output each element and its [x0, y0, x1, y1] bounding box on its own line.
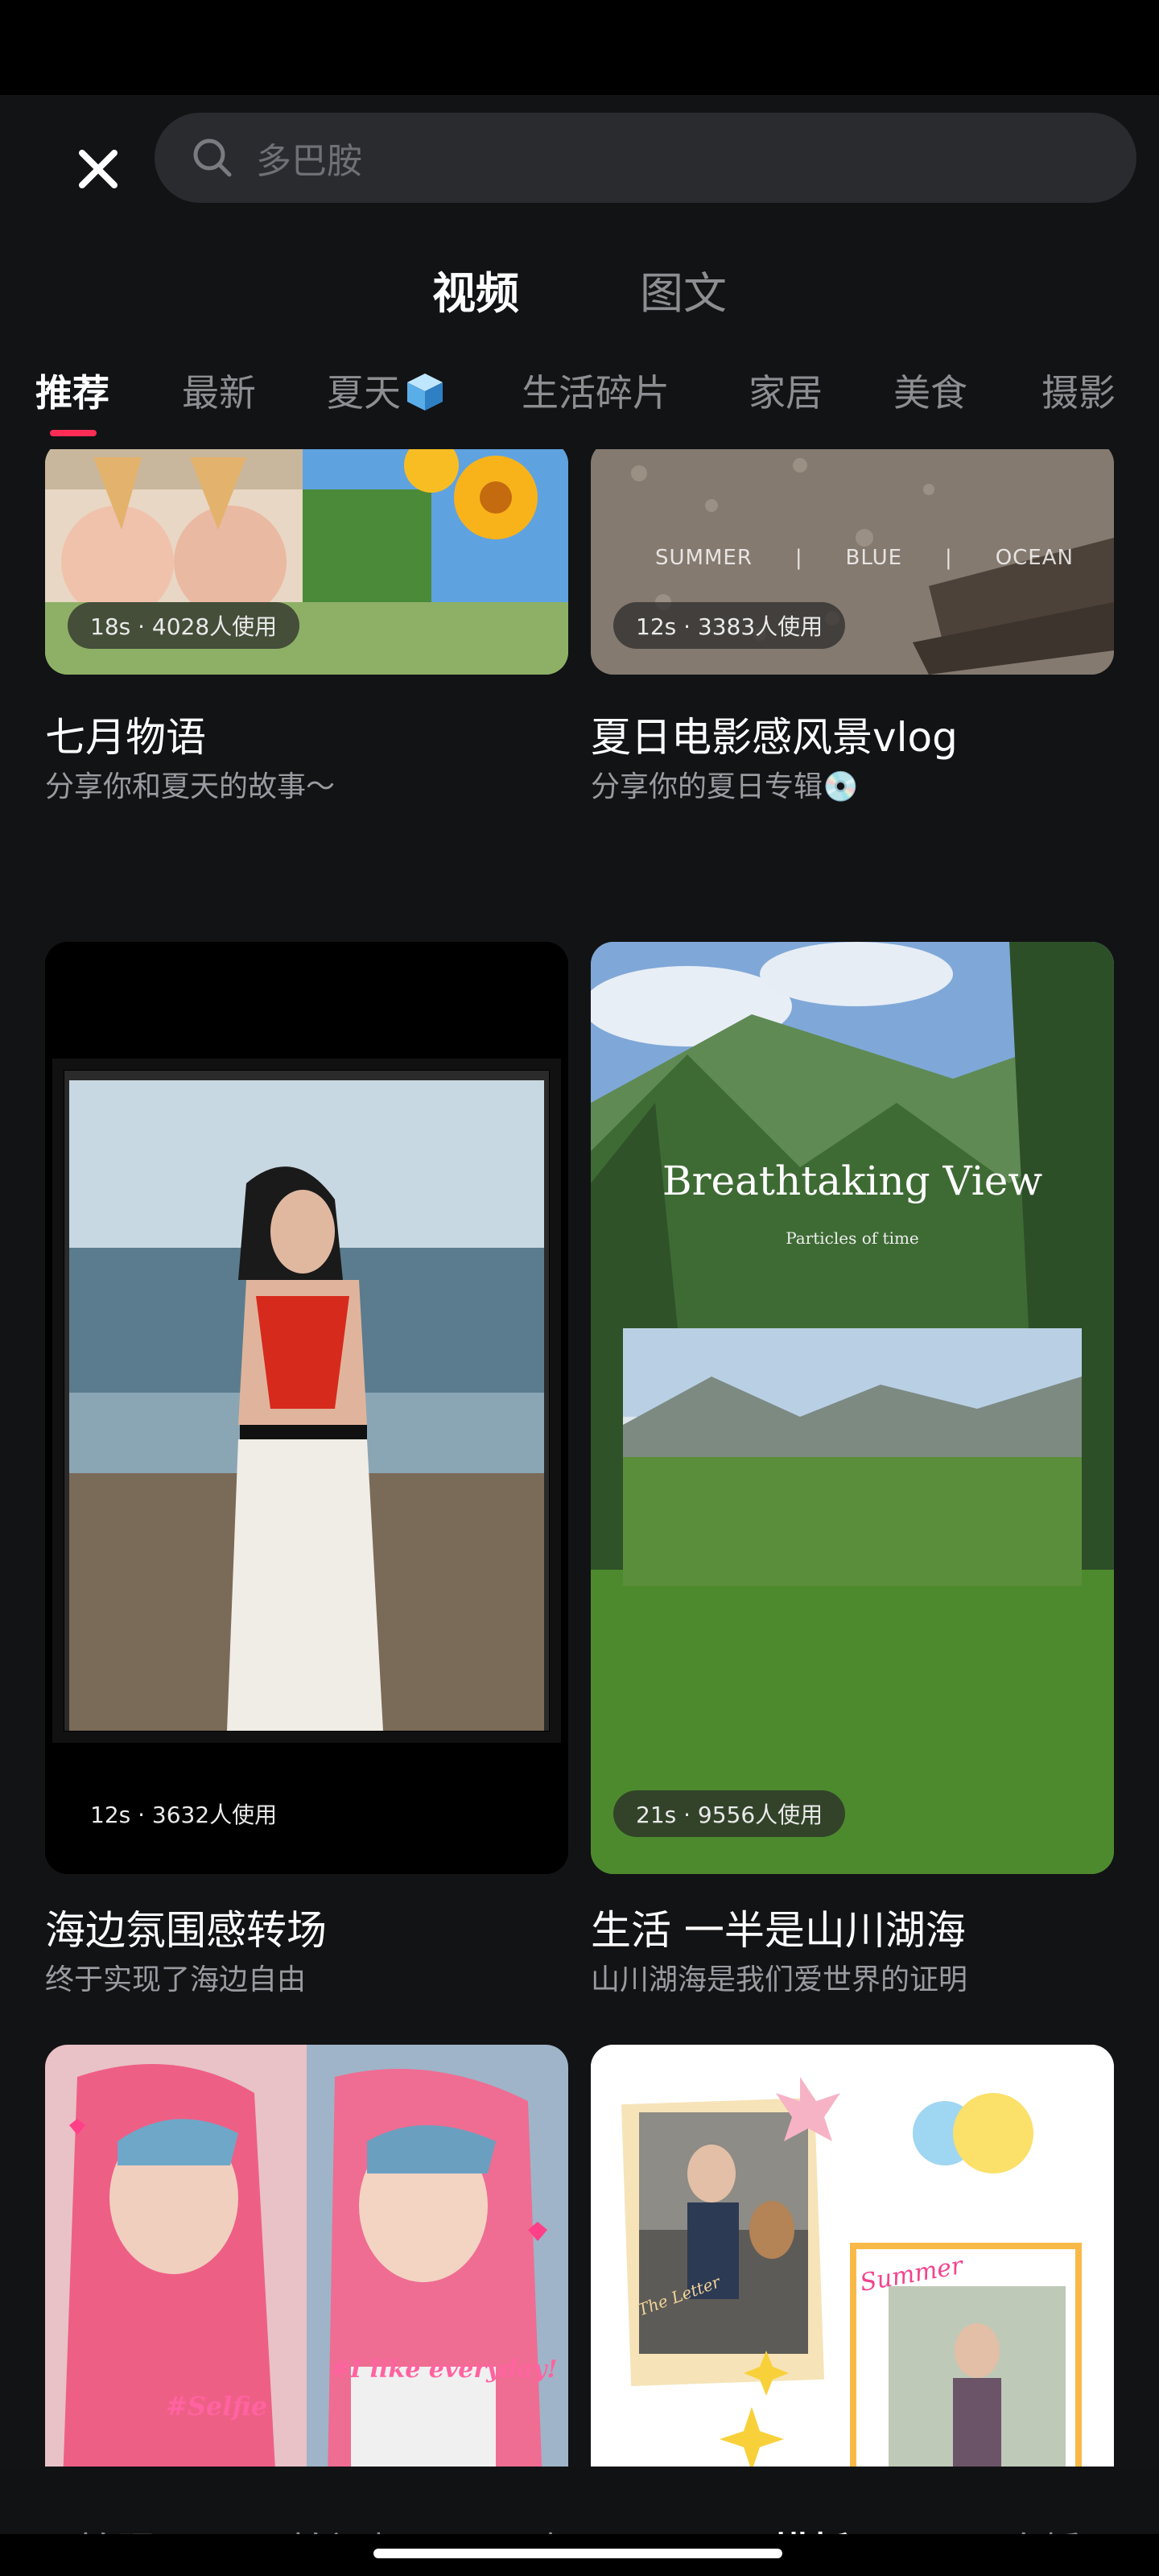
template-card[interactable]: Breathtaking View Particles of time 21s … [591, 942, 1114, 1874]
template-subtitle: 分享你的夏日专辑💿 [591, 770, 859, 803]
system-gesture-area [0, 2534, 1159, 2576]
template-title: 海边氛围感转场 [45, 1907, 327, 1954]
close-button[interactable] [64, 135, 132, 203]
tab-video[interactable]: 视频 [432, 258, 519, 321]
overlay-text: #I like everyday! [330, 2355, 558, 2384]
template-thumbnail [45, 2045, 568, 2467]
nav-item-video[interactable]: 拍视频 [290, 2520, 406, 2534]
category-tab-summer-label: 夏天 [327, 371, 401, 415]
status-bar [0, 0, 1159, 95]
tab-image-text[interactable]: 图文 [640, 258, 727, 321]
template-title: 七月物语 [45, 714, 206, 761]
category-tab-home[interactable]: 家居 [749, 364, 823, 417]
usage-badge: 12s · 3632人使用 [90, 1802, 278, 1828]
usage-badge: 21s · 9556人使用 [613, 1790, 846, 1837]
category-tab-recommended[interactable]: 推荐 [35, 364, 109, 417]
template-title: 夏日电影感风景vlog [591, 714, 958, 761]
category-tab-food[interactable]: 美食 [893, 364, 967, 417]
usage-badge: 12s · 3383人使用 [613, 602, 846, 649]
cube-emoji-icon [404, 370, 446, 412]
nav-item-templates[interactable]: 模板 [773, 2520, 850, 2534]
template-card[interactable]: SUMMER | BLUE | OCEAN 12s · 3383人使用 [591, 449, 1114, 675]
template-subtitle: 山川湖海是我们爱世界的证明 [591, 1963, 968, 1996]
usage-badge: 18s · 4028人使用 [68, 602, 300, 649]
close-icon [79, 150, 118, 188]
nav-item-photo[interactable]: 拍照 [77, 2520, 155, 2534]
template-card[interactable]: Summer The Letter [591, 2045, 1114, 2467]
template-browser: 多巴胺 视频 图文 推荐 最新 夏天 生活碎片 家居 美食 摄影 18s · 4… [0, 95, 1159, 2534]
category-tab-summer[interactable]: 夏天 [327, 364, 446, 417]
template-card[interactable]: #Selfie #I like everyday! [45, 2045, 568, 2467]
overlay-text: #Selfie [166, 2391, 268, 2421]
template-card[interactable]: 12s · 3632人使用 [45, 942, 568, 1874]
template-grid: 18s · 4028人使用 七月物语 分享你和夏天的故事～ SUMMER | B… [0, 449, 1159, 2467]
template-thumbnail [591, 2045, 1114, 2467]
nav-item-album[interactable]: 相册 [541, 2520, 618, 2534]
overlay-words: SUMMER | BLUE | OCEAN [655, 546, 1074, 570]
category-active-indicator [50, 430, 97, 436]
template-title: 生活 一半是山川湖海 [591, 1907, 966, 1954]
nav-item-live[interactable]: 直播 [1004, 2520, 1082, 2534]
bottom-navigation: 拍照 拍视频 相册 模板 直播 [0, 2467, 1159, 2534]
search-input[interactable]: 多巴胺 [155, 113, 1136, 203]
category-tab-life[interactable]: 生活碎片 [522, 364, 670, 417]
template-thumbnail [591, 942, 1114, 1874]
home-indicator[interactable] [373, 2549, 782, 2558]
category-tabs: 推荐 最新 夏天 生活碎片 家居 美食 摄影 [0, 353, 1159, 457]
template-subtitle: 分享你和夏天的故事～ [45, 770, 336, 803]
overlay-subtitle: Particles of time [786, 1228, 919, 1248]
category-tab-latest[interactable]: 最新 [182, 364, 256, 417]
template-card[interactable]: 18s · 4028人使用 [45, 449, 568, 675]
mode-tabs: 视频 图文 [0, 245, 1159, 333]
search-icon [190, 135, 235, 180]
search-placeholder: 多巴胺 [256, 141, 362, 182]
template-subtitle: 终于实现了海边自由 [45, 1963, 307, 1996]
category-tab-photography[interactable]: 摄影 [1041, 364, 1116, 417]
overlay-title: Breathtaking View [662, 1158, 1043, 1204]
template-thumbnail [45, 942, 568, 1874]
